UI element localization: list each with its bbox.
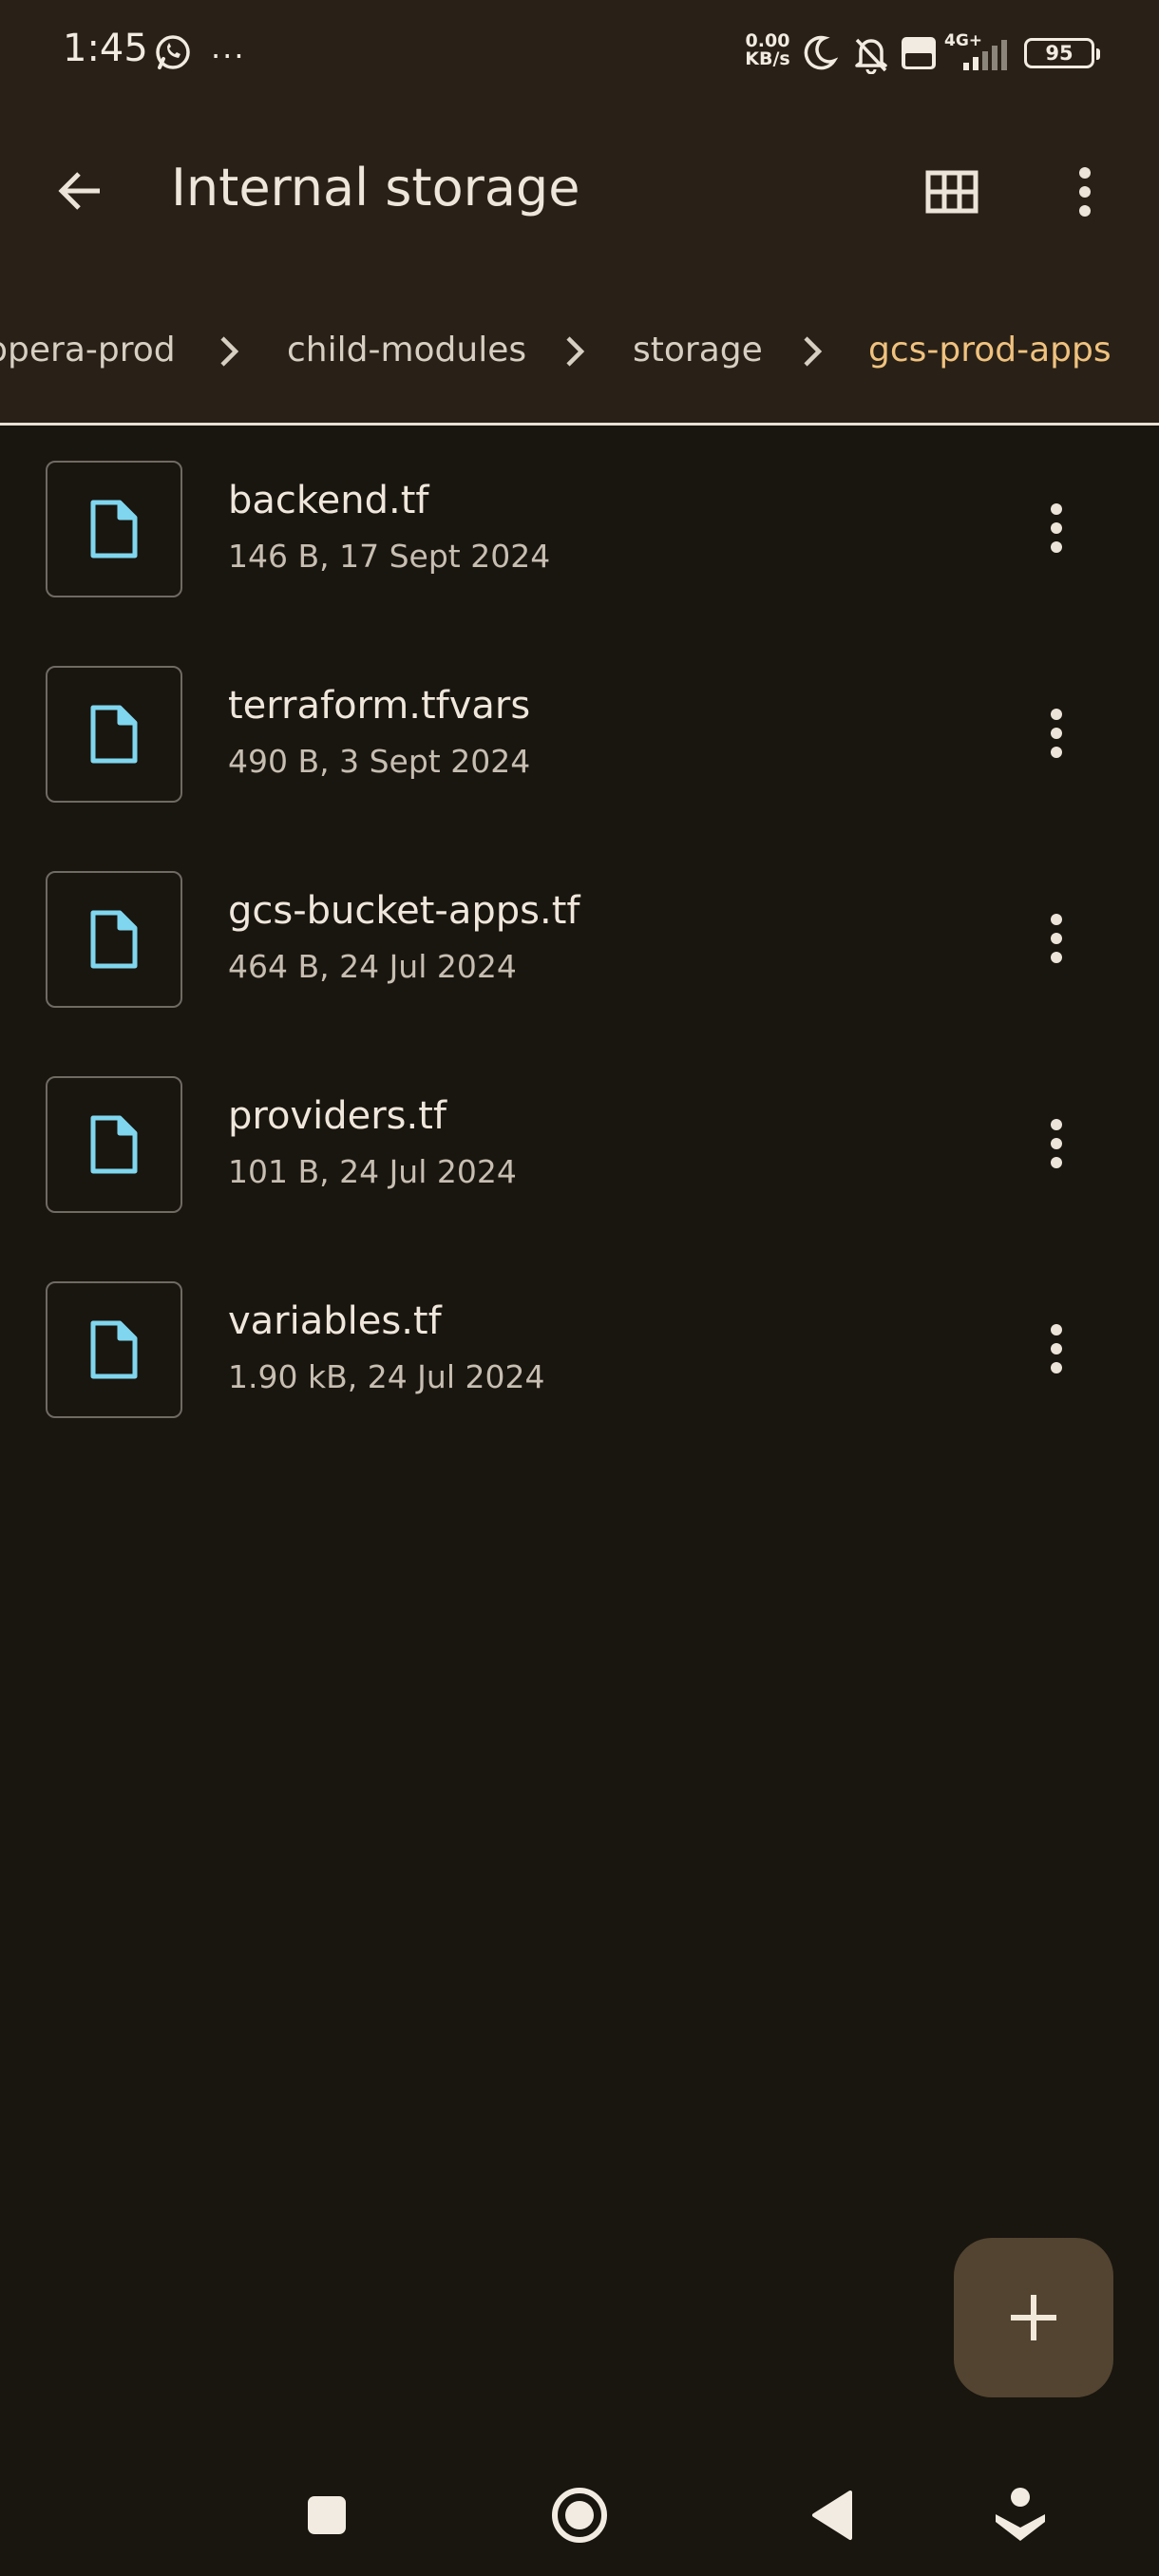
file-more-button[interactable] bbox=[1022, 699, 1091, 767]
add-button[interactable] bbox=[954, 2238, 1113, 2397]
list-item[interactable]: providers.tf 101 B, 24 Jul 2024 bbox=[0, 1041, 1159, 1246]
file-icon bbox=[90, 1115, 138, 1174]
do-not-disturb-moon-icon bbox=[800, 34, 839, 76]
status-time: 1:45 bbox=[63, 27, 148, 70]
breadcrumb-item[interactable]: storage bbox=[633, 331, 763, 369]
file-thumbnail bbox=[46, 461, 182, 597]
file-name: providers.tf bbox=[228, 1094, 446, 1138]
file-more-button[interactable] bbox=[1022, 1109, 1091, 1178]
home-circle-icon bbox=[552, 2488, 607, 2543]
file-name: terraform.tfvars bbox=[228, 684, 531, 728]
file-icon bbox=[90, 910, 138, 969]
overflow-menu-button[interactable] bbox=[1051, 158, 1119, 226]
breadcrumb-item[interactable]: child-modules bbox=[287, 331, 526, 369]
file-name: backend.tf bbox=[228, 479, 429, 522]
list-item[interactable]: backend.tf 146 B, 17 Sept 2024 bbox=[0, 426, 1159, 631]
battery-indicator: 95 bbox=[1024, 38, 1100, 68]
arrow-back-icon bbox=[58, 172, 100, 210]
top-header: 1:45 ··· 0.00 KB/s 4G+ 95 Internal stora… bbox=[0, 0, 1159, 425]
file-thumbnail bbox=[46, 1076, 182, 1213]
more-vert-icon bbox=[1051, 914, 1062, 963]
file-meta: 146 B, 17 Sept 2024 bbox=[228, 538, 551, 575]
breadcrumb: opera-prod child-modules storage gcs-pro… bbox=[0, 313, 1159, 389]
file-meta: 101 B, 24 Jul 2024 bbox=[228, 1153, 517, 1190]
volte-icon bbox=[901, 36, 937, 74]
file-list: backend.tf 146 B, 17 Sept 2024 terraform… bbox=[0, 426, 1159, 1451]
breadcrumb-item[interactable]: opera-prod bbox=[0, 331, 176, 369]
more-vert-icon bbox=[1079, 167, 1091, 217]
file-icon bbox=[90, 500, 138, 559]
more-vert-icon bbox=[1051, 1119, 1062, 1168]
recents-button[interactable] bbox=[289, 2477, 365, 2553]
more-vert-icon bbox=[1051, 503, 1062, 553]
file-icon bbox=[90, 705, 138, 764]
list-item[interactable]: gcs-bucket-apps.tf 464 B, 24 Jul 2024 bbox=[0, 836, 1159, 1041]
whatsapp-icon bbox=[154, 33, 192, 75]
file-thumbnail bbox=[46, 871, 182, 1008]
muted-bell-icon bbox=[851, 34, 891, 78]
recents-square-icon bbox=[308, 2496, 346, 2534]
more-vert-icon bbox=[1051, 1324, 1062, 1373]
net-speed: 0.00 KB/s bbox=[745, 30, 790, 69]
back-triangle-icon bbox=[812, 2491, 852, 2540]
signal-strength-icon: 4G+ bbox=[942, 30, 1013, 76]
file-thumbnail bbox=[46, 666, 182, 803]
file-meta: 464 B, 24 Jul 2024 bbox=[228, 948, 517, 985]
file-more-button[interactable] bbox=[1022, 904, 1091, 973]
chevron-right-icon bbox=[562, 334, 589, 372]
chevron-right-icon bbox=[800, 334, 826, 372]
file-name: gcs-bucket-apps.tf bbox=[228, 889, 580, 933]
file-meta: 490 B, 3 Sept 2024 bbox=[228, 743, 531, 780]
grid-view-icon bbox=[925, 170, 978, 214]
file-name: variables.tf bbox=[228, 1299, 442, 1343]
assistant-button[interactable] bbox=[982, 2477, 1058, 2553]
more-vert-icon bbox=[1051, 709, 1062, 758]
list-item[interactable]: variables.tf 1.90 kB, 24 Jul 2024 bbox=[0, 1246, 1159, 1451]
plus-icon bbox=[1011, 2295, 1056, 2340]
grid-view-button[interactable] bbox=[918, 158, 986, 226]
breadcrumb-current[interactable]: gcs-prod-apps bbox=[868, 331, 1112, 369]
home-button[interactable] bbox=[542, 2477, 618, 2553]
more-notifications-icon: ··· bbox=[211, 38, 246, 74]
file-icon bbox=[90, 1320, 138, 1379]
page-title: Internal storage bbox=[171, 158, 580, 218]
file-more-button[interactable] bbox=[1022, 494, 1091, 562]
file-more-button[interactable] bbox=[1022, 1315, 1091, 1383]
status-bar: 1:45 ··· 0.00 KB/s 4G+ 95 bbox=[0, 0, 1159, 104]
system-navigation-bar bbox=[0, 2451, 1159, 2576]
network-type-label: 4G+ bbox=[944, 31, 982, 50]
accessibility-person-icon bbox=[996, 2488, 1045, 2541]
chevron-right-icon bbox=[217, 334, 243, 372]
list-item[interactable]: terraform.tfvars 490 B, 3 Sept 2024 bbox=[0, 631, 1159, 836]
back-nav-button[interactable] bbox=[794, 2477, 870, 2553]
file-thumbnail bbox=[46, 1281, 182, 1418]
back-button[interactable] bbox=[46, 157, 114, 225]
file-meta: 1.90 kB, 24 Jul 2024 bbox=[228, 1358, 545, 1395]
